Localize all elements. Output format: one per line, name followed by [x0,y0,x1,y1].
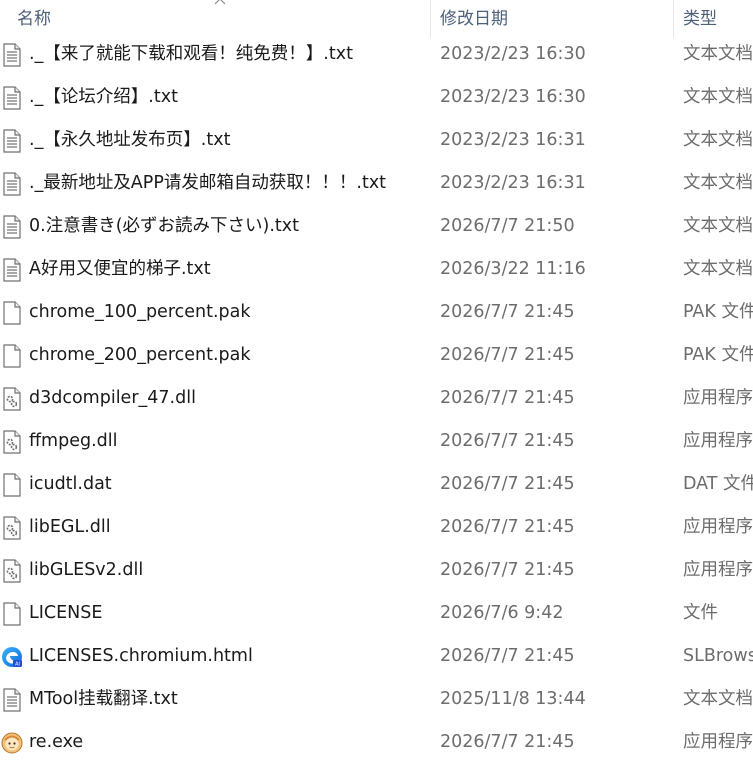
file-modified-date: 2023/2/23 16:30 [440,44,586,64]
file-name: ._最新地址及APP请发邮箱自动获取！！！.txt [29,173,387,193]
file-name: d3dcompiler_47.dll [29,388,196,408]
file-type: 文本文档 [683,87,753,107]
file-type: 文本文档 [683,173,753,193]
file-name: chrome_100_percent.pak [29,302,251,322]
file-row[interactable]: libEGL.dll 2026/7/7 21:45 应用程序扩展 [0,506,753,549]
file-modified-date: 2026/7/7 21:45 [440,388,575,408]
file-modified-date: 2026/7/7 21:45 [440,517,575,537]
dll-file-icon [1,559,23,583]
text-file-icon [1,129,23,153]
file-modified-date: 2026/3/22 11:16 [440,259,586,279]
file-name: re.exe [29,732,84,752]
file-row[interactable]: ._【论坛介绍】.txt 2023/2/23 16:30 文本文档 [0,76,753,119]
file-type: 应用程序扩展 [683,431,753,451]
text-file-icon [1,215,23,239]
file-row[interactable]: LICENSE 2026/7/6 9:42 文件 [0,592,753,635]
file-modified-date: 2023/2/23 16:31 [440,130,586,150]
file-type: DAT 文件 [683,474,753,494]
blank-file-icon [1,602,23,626]
text-file-icon [1,258,23,282]
file-row[interactable]: ._【来了就能下载和观看！纯免费！】.txt 2023/2/23 16:30 文本文… [0,33,753,76]
file-type: 文本文档 [683,259,753,279]
file-name: LICENSE [29,603,103,623]
file-name: chrome_200_percent.pak [29,345,251,365]
file-modified-date: 2023/2/23 16:31 [440,173,586,193]
file-row[interactable]: libGLESv2.dll 2026/7/7 21:45 应用程序扩展 [0,549,753,592]
file-type: 文本文档 [683,689,753,709]
file-row[interactable]: ._最新地址及APP请发邮箱自动获取！！！.txt 2023/2/23 16:31… [0,162,753,205]
blank-file-icon [1,473,23,497]
text-file-icon [1,688,23,712]
file-modified-date: 2023/2/23 16:30 [440,87,586,107]
file-type: 应用程序扩展 [683,517,753,537]
browser-file-icon: AI [1,645,23,669]
sort-ascending-icon[interactable] [213,0,227,6]
file-list: ._【来了就能下载和观看！纯免费！】.txt 2023/2/23 16:30 文本文… [0,33,753,764]
file-name: icudtl.dat [29,474,112,494]
file-modified-date: 2026/7/7 21:45 [440,302,575,322]
file-modified-date: 2026/7/7 21:45 [440,646,575,666]
file-row[interactable]: MTool挂载翻译.txt 2025/11/8 13:44 文本文档 [0,678,753,721]
file-name: ._【来了就能下载和观看！纯免费！】.txt [29,44,353,64]
blank-file-icon [1,301,23,325]
file-name: ._【论坛介绍】.txt [29,87,178,107]
text-file-icon [1,86,23,110]
file-modified-date: 2026/7/7 21:45 [440,474,575,494]
file-type: 文本文档 [683,216,753,236]
svg-text:AI: AI [15,662,20,668]
blank-file-icon [1,344,23,368]
file-name: libGLESv2.dll [29,560,144,580]
file-name: ._【永久地址发布页】.txt [29,130,231,150]
file-modified-date: 2026/7/7 21:50 [440,216,575,236]
file-name: ffmpeg.dll [29,431,118,451]
text-file-icon [1,43,23,67]
file-modified-date: 2026/7/7 21:45 [440,345,575,365]
file-modified-date: 2026/7/7 21:45 [440,560,575,580]
file-type: 应用程序 [683,732,753,752]
file-type: 文本文档 [683,44,753,64]
file-type: PAK 文件 [683,302,753,322]
file-type: 应用程序扩展 [683,388,753,408]
file-type: 文本文档 [683,130,753,150]
file-name: A好用又便宜的梯子.txt [29,259,211,279]
file-row[interactable]: A好用又便宜的梯子.txt 2026/3/22 11:16 文本文档 [0,248,753,291]
file-modified-date: 2026/7/7 21:45 [440,732,575,752]
file-name: 0.注意書き(必ずお読み下さい).txt [29,216,299,236]
file-row[interactable]: chrome_100_percent.pak 2026/7/7 21:45 PAK … [0,291,753,334]
file-row[interactable]: re.exe 2026/7/7 21:45 应用程序 [0,721,753,764]
file-row[interactable]: chrome_200_percent.pak 2026/7/7 21:45 PAK … [0,334,753,377]
file-type: PAK 文件 [683,345,753,365]
file-type: 应用程序扩展 [683,560,753,580]
file-row[interactable]: d3dcompiler_47.dll 2026/7/7 21:45 应用程序扩展 [0,377,753,420]
dll-file-icon [1,430,23,454]
file-type: 文件 [683,603,718,623]
file-modified-date: 2026/7/6 9:42 [440,603,564,623]
file-row[interactable]: 0.注意書き(必ずお読み下さい).txt 2026/7/7 21:50 文本文档 [0,205,753,248]
file-name: libEGL.dll [29,517,111,537]
dll-file-icon [1,516,23,540]
file-modified-date: 2025/11/8 13:44 [440,689,586,709]
file-type: SLBrowser [683,646,753,666]
text-file-icon [1,172,23,196]
file-modified-date: 2026/7/7 21:45 [440,431,575,451]
file-row[interactable]: icudtl.dat 2026/7/7 21:45 DAT 文件 [0,463,753,506]
exe-app-icon [1,731,23,755]
file-row[interactable]: ffmpeg.dll 2026/7/7 21:45 应用程序扩展 [0,420,753,463]
file-row[interactable]: ._【永久地址发布页】.txt 2023/2/23 16:31 文本文档 [0,119,753,162]
file-name: LICENSES.chromium.html [29,646,253,666]
dll-file-icon [1,387,23,411]
file-name: MTool挂载翻译.txt [29,689,178,709]
file-row[interactable]: AI LICENSES.chromium.html 2026/7/7 21:45 SL… [0,635,753,678]
